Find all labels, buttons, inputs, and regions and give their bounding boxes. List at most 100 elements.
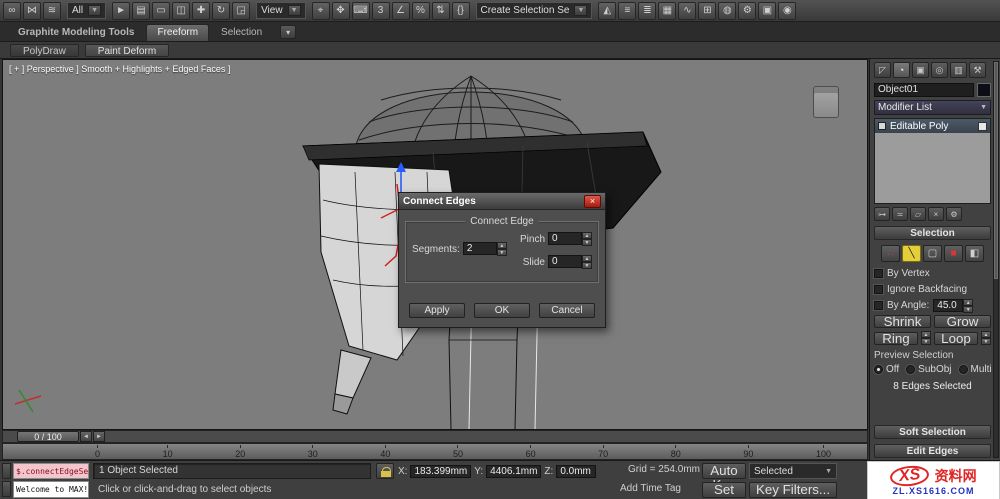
listener-toggle-icon[interactable] bbox=[2, 481, 11, 497]
mirror-icon[interactable]: ◭ bbox=[598, 1, 617, 20]
show-end-result-icon[interactable]: ≍ bbox=[892, 207, 908, 221]
spinner-snap-icon[interactable]: ⇅ bbox=[431, 1, 450, 20]
hierarchy-tab-icon[interactable]: ▣ bbox=[912, 62, 929, 78]
key-mode-dropdown[interactable]: Selected ▼ bbox=[749, 463, 837, 479]
track-bar[interactable]: 0 10 20 30 40 50 60 70 80 90 100 bbox=[2, 443, 868, 460]
percent-snap-icon[interactable]: % bbox=[411, 1, 430, 20]
render-production-icon[interactable]: ◉ bbox=[778, 1, 797, 20]
auto-key-button[interactable]: Auto Key bbox=[702, 463, 746, 492]
object-color-swatch[interactable] bbox=[977, 83, 991, 97]
create-tab-icon[interactable]: ◸ bbox=[874, 62, 891, 78]
loop-spinner[interactable]: ▲ ▼ bbox=[981, 331, 991, 345]
unlink-selection-icon[interactable]: ⋈ bbox=[23, 1, 41, 20]
by-angle-value[interactable]: 45.0 bbox=[933, 298, 964, 312]
select-and-scale-icon[interactable]: ◲ bbox=[232, 1, 251, 20]
viewcube[interactable] bbox=[813, 86, 839, 118]
y-coordinate-field[interactable]: 4406.1mm bbox=[486, 464, 542, 478]
schematic-view-icon[interactable]: ⊞ bbox=[698, 1, 717, 20]
tab-freeform[interactable]: Freeform bbox=[146, 24, 210, 41]
ribbon-toggle-icon[interactable]: ▦ bbox=[658, 1, 677, 20]
ring-spinner[interactable]: ▲ ▼ bbox=[921, 331, 931, 345]
next-frame-icon[interactable]: ► bbox=[93, 431, 105, 442]
use-pivot-center-icon[interactable]: ⌖ bbox=[311, 1, 330, 20]
spinner-up-icon[interactable]: ▲ bbox=[582, 255, 592, 262]
spinner-down-icon[interactable]: ▼ bbox=[582, 262, 592, 269]
apply-button[interactable]: Apply bbox=[409, 303, 465, 318]
edit-named-selection-sets-icon[interactable]: {} bbox=[451, 1, 470, 20]
z-coordinate-field[interactable]: 0.0mm bbox=[556, 464, 597, 478]
macro-recorder-toggle-icon[interactable] bbox=[2, 463, 11, 479]
select-object-icon[interactable]: ► bbox=[112, 1, 131, 20]
segments-spinner[interactable]: 2 ▲ ▼ bbox=[462, 242, 507, 256]
spinner-down-icon[interactable]: ▼ bbox=[496, 249, 507, 256]
configure-modifier-sets-icon[interactable]: ⚙ bbox=[946, 207, 962, 221]
curve-editor-icon[interactable]: ∿ bbox=[678, 1, 697, 20]
shrink-button[interactable]: Shrink bbox=[874, 315, 931, 328]
x-coordinate-field[interactable]: 183.399mm bbox=[410, 464, 472, 478]
keyboard-override-icon[interactable]: ⌨ bbox=[351, 1, 370, 20]
loop-button[interactable]: Loop bbox=[934, 331, 978, 345]
select-and-rotate-icon[interactable]: ↻ bbox=[212, 1, 231, 20]
named-selection-sets-dropdown[interactable]: Create Selection Se ▼ bbox=[475, 2, 593, 19]
add-time-tag[interactable]: Add Time Tag bbox=[620, 483, 681, 494]
time-slider-handle[interactable]: 0 / 100 bbox=[17, 431, 79, 442]
key-filters-button[interactable]: Key Filters... bbox=[749, 482, 837, 498]
by-angle-checkbox[interactable]: By Angle: 45.0 ▲ ▼ bbox=[874, 298, 991, 313]
tab-graphite-modeling-tools[interactable]: Graphite Modeling Tools bbox=[8, 25, 144, 41]
window-crossing-icon[interactable]: ◫ bbox=[172, 1, 191, 20]
rectangular-selection-icon[interactable]: ▭ bbox=[152, 1, 171, 20]
previous-frame-icon[interactable]: ◄ bbox=[80, 431, 92, 442]
by-angle-spinner[interactable]: 45.0 ▲ ▼ bbox=[933, 298, 974, 313]
border-mode-icon[interactable]: ▢ bbox=[923, 245, 942, 262]
macro-recorder-line[interactable]: $.connectEdgeSe bbox=[13, 463, 89, 479]
ignore-backfacing-checkbox[interactable]: Ignore Backfacing bbox=[874, 283, 991, 296]
reference-coordinate-dropdown[interactable]: View ▼ bbox=[256, 2, 306, 19]
spinner-up-icon[interactable]: ▲ bbox=[582, 232, 592, 239]
segments-value[interactable]: 2 bbox=[462, 242, 497, 255]
preview-subobj-radio[interactable]: SubObj bbox=[906, 364, 952, 375]
rendered-frame-icon[interactable]: ▣ bbox=[758, 1, 777, 20]
display-tab-icon[interactable]: ▥ bbox=[950, 62, 967, 78]
ok-button[interactable]: OK bbox=[474, 303, 530, 318]
pinch-value[interactable]: 0 bbox=[548, 232, 582, 245]
close-icon[interactable]: × bbox=[584, 194, 601, 208]
by-vertex-checkbox[interactable]: By Vertex bbox=[874, 267, 991, 280]
time-slider-track[interactable]: 0 / 100 ◄ ► bbox=[2, 430, 868, 443]
ring-button[interactable]: Ring bbox=[874, 331, 918, 345]
layer-manager-icon[interactable]: ≣ bbox=[638, 1, 657, 20]
slide-value[interactable]: 0 bbox=[548, 255, 582, 268]
snaps-toggle-icon[interactable]: 3 bbox=[371, 1, 390, 20]
element-mode-icon[interactable]: ◧ bbox=[965, 245, 984, 262]
selection-filter-dropdown[interactable]: All ▼ bbox=[67, 2, 107, 19]
soft-selection-rollout-header[interactable]: Soft Selection bbox=[874, 425, 991, 439]
angle-snap-icon[interactable]: ∠ bbox=[391, 1, 410, 20]
select-and-move-icon[interactable]: ✚ bbox=[192, 1, 211, 20]
selection-lock-icon[interactable] bbox=[376, 463, 394, 479]
spinner-down-icon[interactable]: ▼ bbox=[582, 239, 592, 246]
align-icon[interactable]: ≡ bbox=[618, 1, 637, 20]
maxscript-listener-line[interactable]: Welcome to MAX! bbox=[13, 481, 89, 498]
scrollbar-thumb[interactable] bbox=[994, 62, 998, 280]
cancel-button[interactable]: Cancel bbox=[539, 303, 595, 318]
preview-off-radio[interactable]: Off bbox=[874, 364, 899, 375]
render-setup-icon[interactable]: ⚙ bbox=[738, 1, 757, 20]
spinner-up-icon[interactable]: ▲ bbox=[496, 242, 507, 249]
select-and-manipulate-icon[interactable]: ✥ bbox=[331, 1, 350, 20]
slide-spinner[interactable]: 0 ▲ ▼ bbox=[548, 255, 592, 269]
modifier-list-dropdown[interactable]: Modifier List ▼ bbox=[874, 100, 991, 115]
modify-tab-icon[interactable]: ◔ bbox=[893, 62, 910, 78]
modifier-stack[interactable]: Editable Poly bbox=[874, 118, 991, 204]
material-editor-icon[interactable]: ◍ bbox=[718, 1, 737, 20]
spinner-down-icon[interactable]: ▼ bbox=[963, 305, 974, 313]
polygon-mode-icon[interactable]: ■ bbox=[944, 245, 963, 262]
edit-edges-rollout-header[interactable]: Edit Edges bbox=[874, 444, 991, 458]
pin-stack-icon[interactable]: ⊶ bbox=[874, 207, 890, 221]
utilities-tab-icon[interactable]: ⚒ bbox=[969, 62, 986, 78]
make-unique-icon[interactable]: ▱ bbox=[910, 207, 926, 221]
dialog-titlebar[interactable]: Connect Edges × bbox=[399, 193, 605, 210]
vertex-mode-icon[interactable]: ∴ bbox=[881, 245, 900, 262]
spinner-up-icon[interactable]: ▲ bbox=[963, 298, 974, 306]
ribbon-minimize-icon[interactable]: ▾ bbox=[280, 25, 297, 39]
pinch-spinner[interactable]: 0 ▲ ▼ bbox=[548, 232, 592, 246]
selection-rollout-header[interactable]: Selection bbox=[874, 226, 991, 240]
